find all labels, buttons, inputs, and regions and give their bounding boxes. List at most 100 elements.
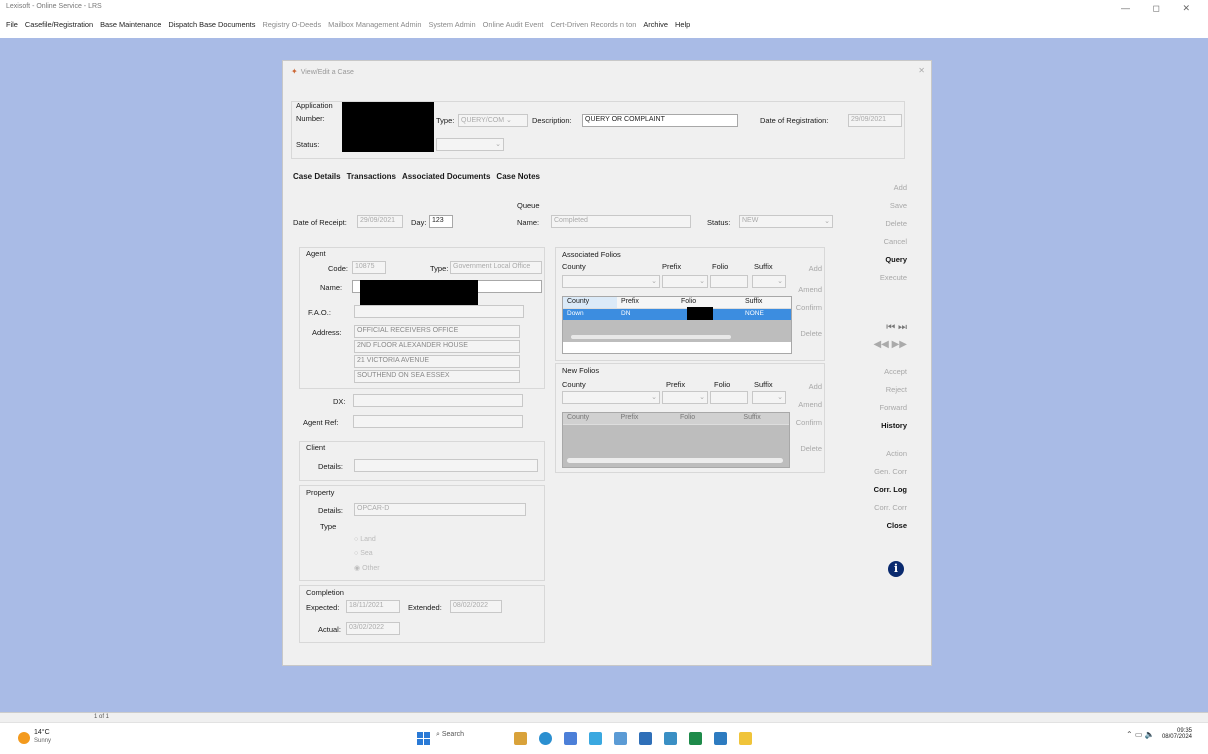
receipt-date-field[interactable]: 29/09/2021	[357, 215, 403, 228]
save-button[interactable]: Save	[873, 201, 907, 219]
history-button[interactable]: History	[873, 421, 907, 441]
address-line-4[interactable]: SOUTHEND ON SEA ESSEX	[354, 370, 520, 383]
reject-button[interactable]: Reject	[873, 385, 907, 403]
new-confirm-button[interactable]: Confirm	[788, 418, 822, 427]
next-icon[interactable]: ▶▶	[892, 339, 907, 350]
cancel-button[interactable]: Cancel	[873, 237, 907, 255]
menu-item-3[interactable]: Dispatch Base Documents	[168, 20, 255, 29]
assoc-confirm-button[interactable]: Confirm	[788, 303, 822, 312]
client-details-field[interactable]	[354, 459, 538, 472]
tab-associated-documents[interactable]: Associated Documents	[402, 172, 490, 181]
fao-field[interactable]	[354, 305, 524, 318]
assoc-delete-button[interactable]: Delete	[788, 329, 822, 338]
accept-button[interactable]: Accept	[873, 367, 907, 385]
menu-item-4[interactable]: Registry O-Deeds	[262, 20, 321, 29]
type-select[interactable]: QUERY/COM ⌄	[458, 114, 528, 127]
tab-case-details[interactable]: Case Details	[293, 172, 341, 181]
col-prefix[interactable]: Prefix	[617, 297, 677, 308]
horizontal-scrollbar[interactable]	[571, 335, 731, 339]
day-field[interactable]: 123	[429, 215, 453, 228]
new-prefix-select[interactable]: ⌄	[662, 391, 708, 404]
agent-code-field[interactable]: 10875	[352, 261, 386, 274]
dx-field[interactable]	[353, 394, 523, 407]
description-field[interactable]: QUERY OR COMPLAINT	[582, 114, 738, 127]
menu-item-5[interactable]: Mailbox Management Admin	[328, 20, 421, 29]
actual-date-field[interactable]: 03/02/2022	[346, 622, 400, 635]
forward-button[interactable]: Forward	[873, 403, 907, 421]
tab-case-notes[interactable]: Case Notes	[496, 172, 540, 181]
info-icon[interactable]: i	[888, 561, 904, 577]
system-tray-icons[interactable]: ⌃ ▭ 🔈	[1126, 730, 1155, 739]
menu-item-1[interactable]: Casefile/Registration	[25, 20, 93, 29]
app-icon[interactable]	[664, 732, 677, 745]
queue-status-select[interactable]: NEW ⌄	[739, 215, 833, 228]
new-folio-field[interactable]	[710, 391, 748, 404]
status-select[interactable]: ⌄	[436, 138, 504, 151]
new-county-select[interactable]: ⌄	[562, 391, 660, 404]
horizontal-scrollbar[interactable]	[567, 458, 783, 463]
menu-item-8[interactable]: Cert-Driven Records n ton	[550, 20, 636, 29]
outlook-icon[interactable]	[714, 732, 727, 745]
query-button[interactable]: Query	[873, 255, 907, 273]
new-suffix-select[interactable]: ⌄	[752, 391, 786, 404]
agent-type-field[interactable]: Government Local Office	[450, 261, 542, 274]
assoc-amend-button[interactable]: Amend	[788, 285, 822, 294]
col-suffix[interactable]: Suffix	[741, 297, 791, 308]
col-prefix[interactable]: Prefix	[617, 413, 676, 424]
assoc-suffix-select[interactable]: ⌄	[752, 275, 786, 288]
queue-name-field[interactable]: Completed	[551, 215, 691, 228]
app-icon[interactable]	[564, 732, 577, 745]
col-suffix[interactable]: Suffix	[739, 413, 789, 424]
radio-sea[interactable]: ○ Sea	[354, 550, 373, 557]
app-icon[interactable]	[689, 732, 702, 745]
agent-ref-field[interactable]	[353, 415, 523, 428]
action-button[interactable]: Action	[873, 449, 907, 467]
address-line-1[interactable]: OFFICIAL RECEIVERS OFFICE	[354, 325, 520, 338]
weather-sun-icon[interactable]	[18, 732, 30, 744]
col-folio[interactable]: Folio	[676, 413, 739, 424]
menu-item-0[interactable]: File	[6, 20, 18, 29]
menu-item-9[interactable]: Archive	[643, 20, 668, 29]
menu-item-2[interactable]: Base Maintenance	[100, 20, 161, 29]
folder-icon[interactable]	[739, 732, 752, 745]
new-amend-button[interactable]: Amend	[788, 400, 822, 409]
new-delete-button[interactable]: Delete	[788, 444, 822, 453]
dialog-close-icon[interactable]: ✕	[918, 66, 925, 75]
gen-corr-button[interactable]: Gen. Corr	[873, 467, 907, 485]
address-line-3[interactable]: 21 VICTORIA AVENUE	[354, 355, 520, 368]
radio-land[interactable]: ○ Land	[354, 536, 376, 543]
app-icon[interactable]	[589, 732, 602, 745]
menu-item-6[interactable]: System Admin	[428, 20, 475, 29]
table-row[interactable]: Down DN NONE	[563, 307, 791, 323]
property-details-field[interactable]: OPCAR-D	[354, 503, 526, 516]
app-icon[interactable]	[639, 732, 652, 745]
menu-item-10[interactable]: Help	[675, 20, 690, 29]
assoc-add-button[interactable]: Add	[788, 264, 822, 273]
new-add-button[interactable]: Add	[788, 382, 822, 391]
delete-button[interactable]: Delete	[873, 219, 907, 237]
add-button[interactable]: Add	[873, 183, 907, 201]
close-button[interactable]: Close	[873, 521, 907, 539]
weather-temp[interactable]: 14°C	[34, 729, 50, 736]
associated-folios-table[interactable]: County Prefix Folio Suffix Down DN NONE	[562, 296, 792, 354]
assoc-county-select[interactable]: ⌄	[562, 275, 660, 288]
last-icon[interactable]: ⏭	[898, 322, 907, 333]
file-explorer-icon[interactable]	[514, 732, 527, 745]
menu-item-7[interactable]: Online Audit Event	[483, 20, 544, 29]
execute-button[interactable]: Execute	[873, 273, 907, 291]
registration-date-field[interactable]: 29/09/2021	[848, 114, 902, 127]
prev-icon[interactable]: ◀◀	[873, 339, 888, 350]
new-folios-table[interactable]: County Prefix Folio Suffix	[562, 412, 790, 468]
col-county[interactable]: County	[563, 297, 617, 308]
assoc-folio-field[interactable]	[710, 275, 748, 288]
start-icon[interactable]	[417, 732, 430, 745]
expected-date-field[interactable]: 18/11/2021	[346, 600, 400, 613]
edge-icon[interactable]	[539, 732, 552, 745]
app-icon[interactable]	[614, 732, 627, 745]
window-controls[interactable]: — ◻ ✕	[1121, 3, 1200, 14]
extended-date-field[interactable]: 08/02/2022	[450, 600, 502, 613]
clock[interactable]: 09:35 08/07/2024	[1160, 728, 1192, 740]
assoc-prefix-select[interactable]: ⌄	[662, 275, 708, 288]
col-county[interactable]: County	[563, 413, 617, 424]
first-icon[interactable]: ⏮	[886, 322, 895, 333]
